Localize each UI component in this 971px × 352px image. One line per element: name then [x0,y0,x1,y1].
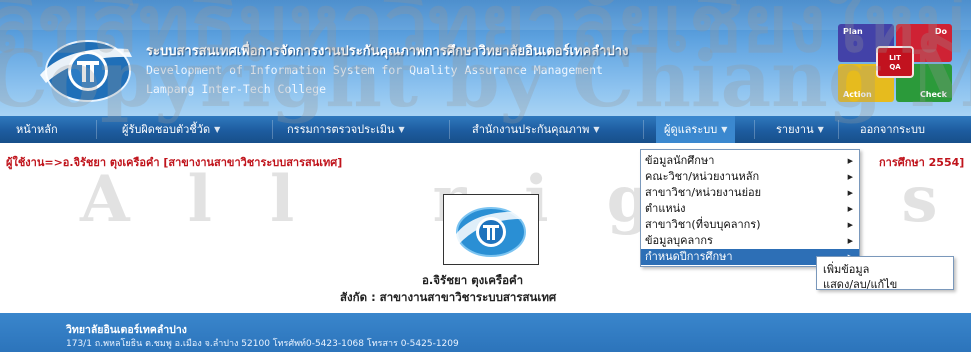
nav-label: สำนักงานประกันคุณภาพ [472,123,590,136]
menu-item-label: ข้อมูลบุคลากร [645,234,713,247]
pdca-center-top: LIT [889,54,901,62]
user-photo [443,194,539,265]
chevron-right-icon: ▶ [847,173,853,181]
user-name: อ.จิรัชยา ตุงเครือคำ [422,273,524,287]
pdca-center-badge: LIT QA [876,46,914,78]
nav-home[interactable]: หน้าหลัก [16,116,58,143]
nav-assessment-committee[interactable]: กรรมการตรวจประเมิน ▼ [287,116,405,143]
nav-label: หน้าหลัก [16,123,58,136]
chevron-right-icon: ▶ [847,205,853,213]
nav-label: ออกจากระบบ [860,123,925,136]
header-banner: ระบบสารสนเทศเพื่อการจัดการงานประกันคุณภา… [0,0,971,116]
nav-label: ผู้รับผิดชอบตัวชี้วัด [122,123,211,136]
college-name-english: Lampang Inter-Tech College [146,82,327,96]
nav-indicator-owner[interactable]: ผู้รับผิดชอบตัวชี้วัด ▼ [122,116,220,143]
menu-item-label: สาขาวิชา(ที่จบบุคลากร) [645,218,761,231]
menu-item-department[interactable]: สาขาวิชา/หน่วยงานย่อย ▶ [641,185,859,201]
menu-item-position[interactable]: ตำแหน่ง ▶ [641,201,859,217]
nav-report[interactable]: รายงาน ▼ [776,116,824,143]
menu-item-label: ตำแหน่ง [645,202,686,215]
menu-item-student-data[interactable]: ข้อมูลนักศึกษา ▶ [641,153,859,169]
menu-item-label: สาขาวิชา/หน่วยงานย่อย [645,186,762,199]
chevron-down-icon: ▼ [398,125,405,134]
academic-year-submenu: เพิ่มข้อมูล แสดง/ลบ/แก้ไข [816,256,954,293]
nav-divider [643,120,644,139]
chevron-down-icon: ▼ [817,125,824,134]
chevron-right-icon: ▶ [847,189,853,197]
nav-admin[interactable]: ผู้ดูแลระบบ ▼ [656,116,736,143]
nav-label: กรรมการตรวจประเมิน [287,123,395,136]
nav-divider [838,120,839,139]
menu-item-label: คณะวิชา/หน่วยงานหลัก [645,170,760,183]
pdca-logo: Plan Do Action Check LIT QA [834,20,956,104]
nav-label: ผู้ดูแลระบบ [664,123,718,136]
page: ระบบสารสนเทศเพื่อการจัดการงานประกันคุณภา… [0,0,971,352]
system-title-english: Development of Information System for Qu… [146,63,603,77]
chevron-down-icon: ▼ [721,125,728,134]
menu-item-label: กำหนดปีการศึกษา [645,250,733,263]
nav-label: รายงาน [776,123,814,136]
chevron-down-icon: ▼ [593,125,600,134]
menu-item-staff-data[interactable]: ข้อมูลบุคลากร ▶ [641,233,859,249]
footer-address: 173/1 ถ.พหลโยธิน ต.ชมพู อ.เมือง จ.ลำปาง … [66,339,459,349]
current-user-info: ผู้ใช้งาน=>อ.จิรัชยา ตุงเครือคำ [สาขางาน… [6,156,343,169]
nav-divider [449,120,450,139]
user-department: สังกัด : สาขางานสาขาวิชาระบบสารสนเทศ [340,290,557,304]
college-logo [40,40,132,102]
admin-dropdown-menu: ข้อมูลนักศึกษา ▶ คณะวิชา/หน่วยงานหลัก ▶ สา… [640,149,860,267]
chevron-right-icon: ▶ [847,157,853,165]
menu-item-label: ข้อมูลนักศึกษา [645,154,715,167]
college-logo-icon [454,207,528,257]
nav-divider [754,120,755,139]
pdca-center-bottom: QA [889,63,901,71]
chevron-right-icon: ▶ [847,221,853,229]
main-navbar: หน้าหลัก ผู้รับผิดชอบตัวชี้วัด ▼ กรรมการต… [0,116,971,143]
nav-qa-office[interactable]: สำนักงานประกันคุณภาพ ▼ [472,116,600,143]
menu-item-staff-major[interactable]: สาขาวิชา(ที่จบบุคลากร) ▶ [641,217,859,233]
nav-divider [96,120,97,139]
nav-divider [272,120,273,139]
menu-item-faculty[interactable]: คณะวิชา/หน่วยงานหลัก ▶ [641,169,859,185]
submenu-show-delete-edit[interactable]: แสดง/ลบ/แก้ไข [823,275,897,293]
nav-logout[interactable]: ออกจากระบบ [860,116,925,143]
chevron-down-icon: ▼ [214,125,221,134]
system-title-thai: ระบบสารสนเทศเพื่อการจัดการงานประกันคุณภา… [146,44,629,59]
chevron-right-icon: ▶ [847,237,853,245]
academic-year-info: การศึกษา 2554] [879,156,965,169]
